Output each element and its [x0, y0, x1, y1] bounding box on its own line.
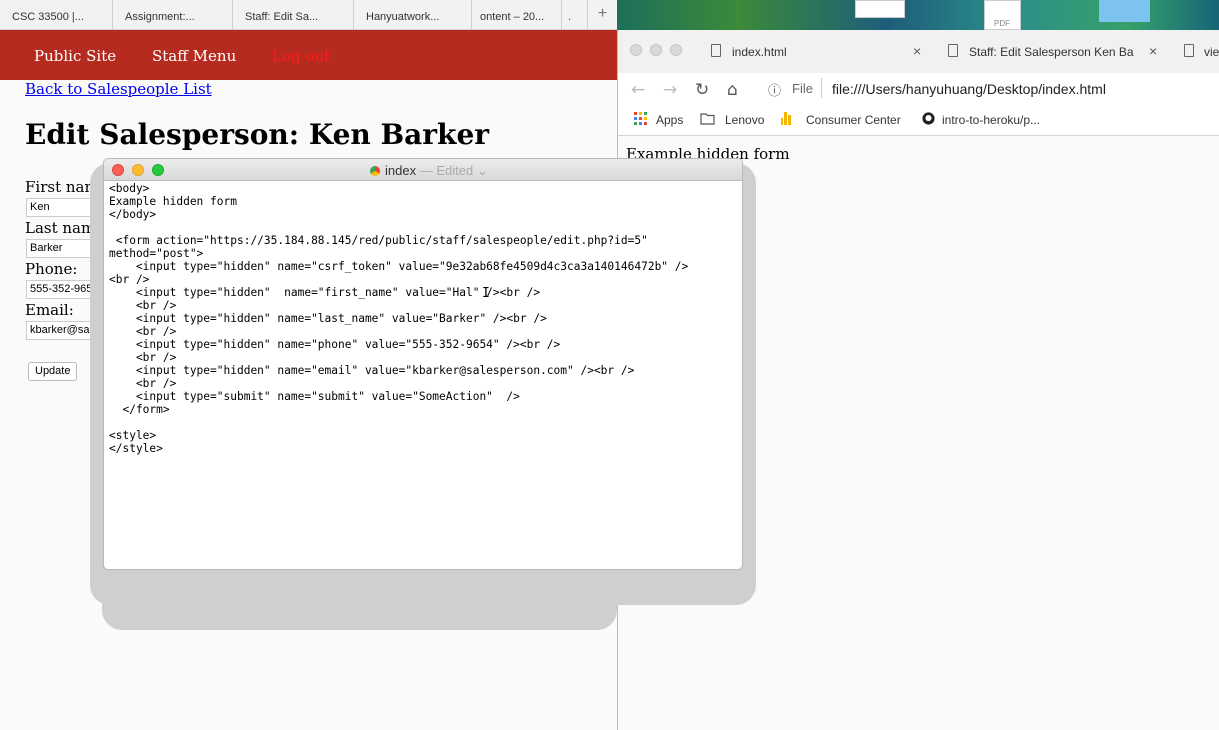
edited-status: — Edited: [419, 163, 474, 178]
bookmark-lenovo[interactable]: Lenovo: [725, 113, 764, 127]
zoom-window-button[interactable]: [670, 44, 682, 56]
tab-close-icon[interactable]: ×: [913, 43, 921, 59]
url-separator: [821, 78, 822, 98]
tab-close-icon[interactable]: ×: [1149, 43, 1157, 59]
bookmark-apps[interactable]: Apps: [656, 113, 683, 127]
site-info-icon[interactable]: ⓘ: [768, 80, 781, 99]
text-cursor-icon: I: [482, 286, 490, 301]
home-icon[interactable]: ⌂: [727, 80, 738, 100]
tab-vie[interactable]: vie: [1204, 45, 1219, 59]
tab-staff-edit[interactable]: Staff: Edit Sa...: [233, 0, 354, 30]
zoom-button[interactable]: [152, 164, 164, 176]
pdf-label: PDF: [994, 19, 1010, 28]
new-tab-button[interactable]: +: [588, 0, 617, 29]
left-browser-tabstrip: CSC 33500 |... Assignment:... Staff: Edi…: [0, 0, 617, 30]
folder-icon: [700, 113, 715, 125]
bookmark-intro-to-heroku[interactable]: intro-to-heroku/p...: [942, 113, 1040, 127]
editor-title: index — Edited ⌄: [370, 163, 488, 179]
apps-grid-icon: [634, 112, 647, 125]
staff-nav-bar: Public Site Staff Menu Log out: [0, 30, 617, 80]
update-button[interactable]: Update: [28, 362, 78, 381]
nav-staff-menu[interactable]: Staff Menu: [152, 47, 236, 65]
consumer-center-icon: [781, 112, 791, 125]
file-icon: [1184, 44, 1194, 57]
page-title: Edit Salesperson: Ken Barker: [25, 118, 490, 151]
close-button[interactable]: [112, 164, 124, 176]
tab-overflow[interactable]: .: [562, 0, 588, 29]
desktop-folder-icon[interactable]: [1099, 0, 1150, 22]
window-shadow: [102, 570, 617, 630]
desktop-file-thumbnail[interactable]: [855, 0, 905, 18]
file-icon: [948, 44, 958, 57]
back-to-salespeople-link[interactable]: Back to Salespeople List: [25, 80, 212, 98]
chevron-down-icon[interactable]: ⌄: [477, 163, 488, 178]
tab-csc[interactable]: CSC 33500 |...: [0, 0, 113, 30]
back-arrow-icon[interactable]: ←: [631, 80, 645, 100]
github-icon: [922, 112, 935, 125]
phone-label: Phone:: [25, 260, 78, 278]
close-window-button[interactable]: [630, 44, 642, 56]
tab-content[interactable]: ontent – 20...: [472, 0, 562, 30]
nav-public-site[interactable]: Public Site: [34, 47, 116, 65]
right-browser-tabstrip: index.html × Staff: Edit Salesperson Ken…: [618, 30, 1219, 73]
bookmarks-bar: Apps Lenovo Consumer Center intro-to-her…: [618, 107, 1219, 136]
minimize-window-button[interactable]: [650, 44, 662, 56]
tab-hanyuatwork[interactable]: Hanyuatwork...: [354, 0, 472, 30]
document-name: index: [385, 163, 417, 178]
desktop-pdf-icon[interactable]: PDF: [984, 0, 1021, 30]
desktop-wallpaper: PDF: [617, 0, 1219, 30]
address-bar[interactable]: file:///Users/hanyuhuang/Desktop/index.h…: [832, 81, 1106, 97]
reload-icon[interactable]: ↻: [695, 80, 709, 100]
file-icon: [711, 44, 721, 57]
textedit-window: index — Edited ⌄ <body> Example hidden f…: [103, 158, 743, 570]
email-label: Email:: [25, 301, 74, 319]
tab-staff-edit-salesperson[interactable]: Staff: Edit Salesperson Ken Ba: [969, 45, 1141, 59]
nav-log-out[interactable]: Log out: [272, 47, 330, 65]
tab-assignment[interactable]: Assignment:...: [113, 0, 233, 30]
forward-arrow-icon[interactable]: →: [663, 80, 677, 100]
tab-index-html[interactable]: index.html: [732, 45, 852, 59]
editor-text-area[interactable]: <body> Example hidden form </body> <form…: [109, 182, 688, 455]
minimize-button[interactable]: [132, 164, 144, 176]
editor-titlebar: index — Edited ⌄: [104, 159, 742, 181]
chrome-document-icon: [370, 166, 380, 176]
bookmark-consumer-center[interactable]: Consumer Center: [806, 113, 901, 127]
url-scheme-label: File: [792, 81, 813, 96]
